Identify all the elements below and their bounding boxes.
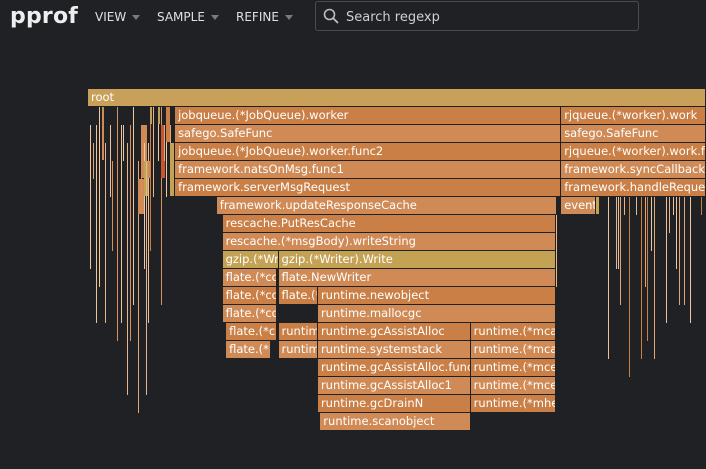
search-input[interactable] [344,6,628,28]
flame-frame-framework-synccallback[interactable]: framework.syncCallback [561,161,706,179]
refine-menu-label: REFINE [236,10,279,24]
flame-frame-safego-safefunc[interactable]: safego.SafeFunc [175,125,562,143]
flame-frame-jobqueue-jobqueue-worker[interactable]: jobqueue.(*JobQueue).worker [175,107,562,125]
flame-frame-gzip-writer-write[interactable]: gzip.(*Writer).Write [222,251,279,269]
flame-frame-runtime-gcdrainn[interactable]: runtime.gcDrainN [317,395,471,413]
flame-frame-rjqueue-worker-work[interactable]: rjqueue.(*worker).work [561,107,706,125]
flame-frame-flate-compressor-write[interactable]: flate.(*compressor).write [222,269,278,287]
flame-sliver[interactable] [96,125,97,323]
flame-frame-runtime-gcassistalloc[interactable]: runtime.gcAssistAlloc [278,341,318,359]
flame-frame-runtime-mcentral-grow[interactable]: runtime.(*mcentral).grow [470,377,556,395]
flame-frame-rescache-putrescache[interactable]: rescache.PutResCache [222,215,556,233]
flame-frame-rescache-msgbody-writestring[interactable]: rescache.(*msgBody).writeString [222,233,556,251]
flame-sliver[interactable] [121,125,122,323]
flame-sliver[interactable] [93,143,94,179]
chevron-down-icon [210,15,219,20]
flame-frame-runtime-systemstack[interactable]: runtime.systemstack [317,341,471,359]
view-menu-label: VIEW [95,10,127,24]
flame-frame-runtime-gcassistalloc1[interactable]: runtime.gcAssistAlloc1 [317,377,471,395]
flame-frame-gzip-writer-write[interactable]: gzip.(*Writer).Write [278,251,556,269]
flame-frame-runtime-scanobject[interactable]: runtime.scanobject [320,413,471,431]
view-menu[interactable]: VIEW [95,10,141,24]
flame-frame-runtime-mcentral-cachespan[interactable]: runtime.(*mcentral).cacheSpan [470,359,556,377]
flame-sliver[interactable] [158,107,160,124]
chevron-down-icon [132,15,141,20]
flame-frame-flate-huffmanbitwriter-writeblock[interactable]: flate.(*huffmanBitWriter).writeBlock [226,341,271,359]
top-bar: pprof VIEW SAMPLE REFINE [0,0,706,39]
flame-frame-runtime-mcache-nextfree[interactable]: runtime.(*mcache).nextFree [470,323,556,341]
flame-frame-jobqueue-jobqueue-worker-func2[interactable]: jobqueue.(*JobQueue).worker.func2 [175,143,562,161]
sample-menu[interactable]: SAMPLE [157,10,219,24]
flame-sliver[interactable] [105,143,106,323]
flame-frame-flate-compressor-writeblock[interactable]: flate.(*compressor).writeBlock [226,323,278,341]
flame-frame-framework-servermsgrequest[interactable]: framework.serverMsgRequest [175,179,562,197]
flame-sliver[interactable] [123,125,124,161]
flame-sliver[interactable] [112,161,113,251]
flame-sliver[interactable] [90,125,91,269]
flame-frame-safego-safefunc[interactable]: safego.SafeFunc [561,125,706,143]
chevron-down-icon [284,15,293,20]
flame-frame-runtime-mheap-alloc[interactable]: runtime.(*mheap).alloc [470,395,556,413]
flame-sliver[interactable] [130,125,131,341]
flame-frame-framework-updateresponsecache[interactable]: framework.updateResponseCache [216,197,557,215]
search-box[interactable] [315,1,639,31]
flame-sliver[interactable] [146,161,147,395]
flame-sliver[interactable] [150,107,151,251]
flame-frame-runtime-gcassistalloc-func1[interactable]: runtime.gcAssistAlloc.func1 [317,359,471,377]
flame-graph[interactable]: root jobqueue.(*JobQueue).worker safego.Sa… [0,39,706,469]
flame-frame-event-dispatch[interactable]: event.Dispatch [561,197,596,215]
flame-frame-runtime-gcassistalloc[interactable]: runtime.gcAssistAlloc [317,323,471,341]
refine-menu[interactable]: REFINE [236,10,293,24]
flame-frame-runtime-mallocgc[interactable]: runtime.mallocgc [278,323,318,341]
flame-frame-runtime-newobject[interactable]: runtime.newobject [317,287,556,305]
flame-frame-runtime-mallocgc[interactable]: runtime.mallocgc [317,305,556,323]
flame-sliver[interactable] [117,107,118,341]
flame-sliver[interactable] [127,143,128,395]
flame-sliver[interactable] [99,107,100,287]
flame-frame-rjqueue-worker-work-func1[interactable]: rjqueue.(*worker).work.func1 [561,143,706,161]
search-icon [323,8,339,24]
flame-frame-framework-natsonmsg-func1[interactable]: framework.natsOnMsg.func1 [175,161,562,179]
flame-frame-flate-compressor-deflate[interactable]: flate.(*compressor).deflate [222,287,278,305]
sample-menu-label: SAMPLE [157,10,205,24]
flame-frame-flate-newwriter[interactable]: flate.NewWriter [278,269,556,287]
flame-sliver[interactable] [170,143,174,196]
flame-frame-flate-compressor-init[interactable]: flate.(*compressor).init [278,287,318,305]
app-logo: pprof [10,4,79,29]
flame-frame-framework-handlerequest[interactable]: framework.handleRequest [561,179,706,197]
flame-sliver[interactable] [164,125,165,161]
flame-frame-runtime-mcache-refill[interactable]: runtime.(*mcache).refill [470,341,556,359]
flame-frame-flate-compressor-deflate[interactable]: flate.(*compressor).deflate [222,305,278,323]
flame-sliver[interactable] [150,107,152,124]
flame-sliver[interactable] [110,125,111,197]
flame-sliver[interactable] [133,107,134,305]
flame-sliver[interactable] [153,107,154,197]
flame-root[interactable]: root [88,89,706,107]
flame-frame-frame[interactable] [595,197,600,215]
flame-sliver[interactable] [102,107,104,160]
